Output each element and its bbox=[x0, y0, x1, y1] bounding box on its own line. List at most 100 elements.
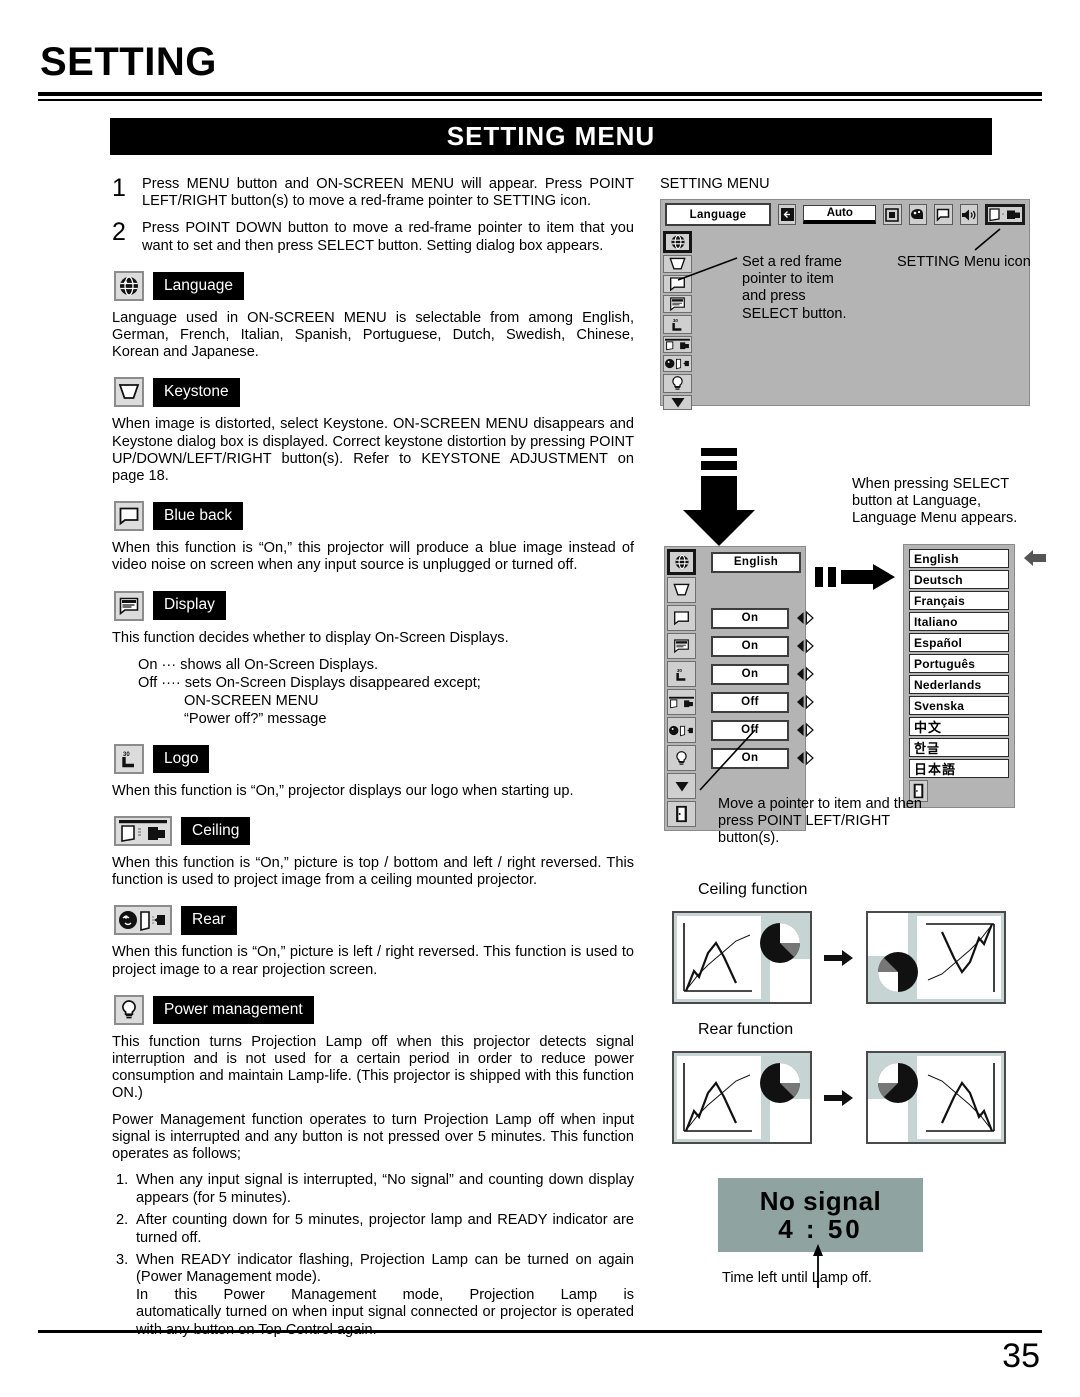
display-off-sub-1: ON-SCREEN MENU bbox=[184, 692, 319, 709]
lamp-bulb-icon bbox=[114, 994, 144, 1025]
step-1-text: Press MENU button and ON-SCREEN MENU wil… bbox=[142, 176, 634, 210]
step-1-number: 1 bbox=[112, 174, 126, 202]
ceiling-function-caption: Ceiling function bbox=[698, 881, 808, 898]
section-body-language: Language used in ON-SCREEN MENU is selec… bbox=[112, 309, 634, 361]
color-palette-icon[interactable] bbox=[908, 204, 928, 225]
pm-step-3-number: 3. bbox=[116, 1251, 129, 1268]
scroll-down-icon[interactable] bbox=[663, 395, 692, 410]
section-label-ceiling: Ceiling bbox=[181, 816, 251, 846]
ceiling-transform-arrow-icon bbox=[822, 949, 856, 966]
dialog-row-blue-back: On bbox=[699, 605, 815, 631]
language-item-espanol[interactable]: Español bbox=[909, 633, 1009, 652]
pm-step-2: 2. After counting down for 5 minutes, pr… bbox=[112, 1212, 634, 1247]
step-2-number: 2 bbox=[112, 218, 126, 247]
rear-figure-mirrored bbox=[866, 1051, 1006, 1144]
quit-door-icon[interactable] bbox=[667, 801, 696, 827]
lamp-bulb-icon[interactable] bbox=[667, 745, 696, 771]
ceiling-projector-icon[interactable] bbox=[667, 689, 696, 715]
language-item-korean[interactable]: 한글 bbox=[909, 738, 1009, 757]
section-body-display: This function decides whether to display… bbox=[112, 629, 509, 646]
dialog-value-rear[interactable]: Off bbox=[711, 719, 789, 741]
sound-speaker-icon[interactable] bbox=[959, 204, 978, 225]
image-icon[interactable] bbox=[934, 204, 953, 225]
dialog-row-language: English bbox=[699, 549, 815, 575]
language-item-japanese[interactable]: 日本語 bbox=[909, 759, 1009, 778]
osd-setting-dialog: 30 English On On On Off Off On bbox=[664, 546, 814, 831]
section-label-blue-back: Blue back bbox=[153, 501, 244, 531]
section-label-logo: Logo bbox=[153, 744, 210, 774]
left-right-arrows-icon[interactable] bbox=[795, 666, 815, 683]
rear-projection-icon[interactable] bbox=[663, 355, 692, 372]
ceiling-projector-icon[interactable] bbox=[663, 336, 692, 353]
keystone-trapezoid-icon bbox=[114, 377, 144, 408]
section-header-logo: 30 Logo bbox=[114, 743, 634, 774]
display-screen-icon[interactable] bbox=[667, 633, 696, 659]
dialog-value-ceiling[interactable]: Off bbox=[711, 691, 789, 713]
language-item-chinese[interactable]: 中文 bbox=[909, 717, 1009, 736]
logo-l-icon[interactable]: 30 bbox=[663, 315, 692, 334]
left-right-arrows-icon[interactable] bbox=[795, 694, 815, 711]
globe-icon[interactable] bbox=[667, 549, 696, 575]
dialog-value-power-management[interactable]: On bbox=[711, 747, 789, 769]
keystone-trapezoid-icon[interactable] bbox=[667, 577, 696, 603]
screen-square-icon[interactable] bbox=[883, 204, 902, 225]
osd-menu-bar: Language Auto bbox=[661, 200, 1029, 229]
ceiling-function-figures bbox=[672, 911, 1006, 1004]
setting-menu-banner: SETTING MENU bbox=[110, 118, 992, 155]
logo-l-icon[interactable]: 30 bbox=[667, 661, 696, 687]
language-item-svenska[interactable]: Svenska bbox=[909, 696, 1009, 715]
section-header-display: Display bbox=[114, 590, 634, 621]
osd-main-caption: SETTING MENU bbox=[660, 176, 770, 192]
language-item-deutsch[interactable]: Deutsch bbox=[909, 570, 1009, 589]
no-signal-display: No signal 4 : 50 bbox=[718, 1178, 923, 1252]
rear-transform-arrow-icon bbox=[822, 1089, 856, 1106]
section-label-power-management: Power management bbox=[153, 995, 314, 1025]
ceiling-figure-normal bbox=[672, 911, 812, 1004]
osd-auto-field[interactable]: Auto bbox=[803, 205, 877, 224]
dialog-row-power-management: On bbox=[699, 745, 815, 771]
left-right-arrows-icon[interactable] bbox=[795, 750, 815, 767]
pm-step-3-extra-b: automatically turned on when input signa… bbox=[136, 1304, 634, 1337]
blue-back-screen-icon[interactable] bbox=[663, 275, 692, 293]
dialog-row-display: On bbox=[699, 633, 815, 659]
dialog-value-logo[interactable]: On bbox=[711, 663, 789, 685]
globe-icon[interactable] bbox=[663, 231, 692, 253]
keystone-trapezoid-icon[interactable] bbox=[663, 255, 692, 273]
osd-language-field[interactable]: Language bbox=[665, 203, 771, 226]
display-screen-icon bbox=[114, 590, 144, 621]
selection-pointer-icon bbox=[1022, 549, 1048, 572]
logo-l-icon: 30 bbox=[114, 743, 144, 774]
setting-projector-icon[interactable] bbox=[985, 204, 1025, 225]
dialog-value-language[interactable]: English bbox=[711, 551, 801, 573]
display-screen-icon[interactable] bbox=[663, 295, 692, 313]
pm-step-3-extra-a: In this Power Management mode, Projectio… bbox=[136, 1286, 634, 1303]
section-body-logo: When this function is “On,” projector di… bbox=[112, 782, 574, 799]
language-item-italiano[interactable]: Italiano bbox=[909, 612, 1009, 631]
left-right-arrows-icon[interactable] bbox=[795, 722, 815, 739]
scroll-down-icon[interactable] bbox=[667, 773, 696, 799]
no-signal-caption: Time left until Lamp off. bbox=[722, 1270, 872, 1286]
pm-step-1-number: 1. bbox=[116, 1172, 129, 1189]
display-on-line: On ··· shows all On-Screen Displays. bbox=[138, 656, 379, 673]
blue-back-screen-icon[interactable] bbox=[667, 605, 696, 631]
section-label-rear: Rear bbox=[181, 906, 237, 935]
section-header-ceiling: Ceiling bbox=[114, 816, 634, 847]
annotation-move-pointer: Move a pointer to item and then press PO… bbox=[718, 796, 922, 847]
dialog-value-blue-back[interactable]: On bbox=[711, 607, 789, 629]
input-icon[interactable] bbox=[778, 204, 797, 225]
language-item-portugues[interactable]: Português bbox=[909, 654, 1009, 673]
language-item-nederlands[interactable]: Nederlands bbox=[909, 675, 1009, 694]
osd-dialog-body: 30 English On On On Off Off On bbox=[665, 547, 814, 830]
osd-dialog-values: English On On On Off Off On bbox=[699, 547, 815, 830]
left-right-arrows-icon[interactable] bbox=[795, 610, 815, 627]
dialog-value-display[interactable]: On bbox=[711, 635, 789, 657]
left-right-arrows-icon[interactable] bbox=[795, 638, 815, 655]
rear-projection-icon[interactable] bbox=[667, 717, 696, 743]
footer-rule bbox=[38, 1330, 1042, 1333]
banner-title: SETTING MENU bbox=[446, 121, 656, 151]
step-2-text: Press POINT DOWN button to move a red-fr… bbox=[142, 220, 634, 254]
language-item-english[interactable]: English bbox=[909, 549, 1009, 568]
language-item-francais[interactable]: Français bbox=[909, 591, 1009, 610]
lamp-bulb-icon[interactable] bbox=[663, 374, 692, 393]
page-number: 35 bbox=[1002, 1337, 1040, 1375]
